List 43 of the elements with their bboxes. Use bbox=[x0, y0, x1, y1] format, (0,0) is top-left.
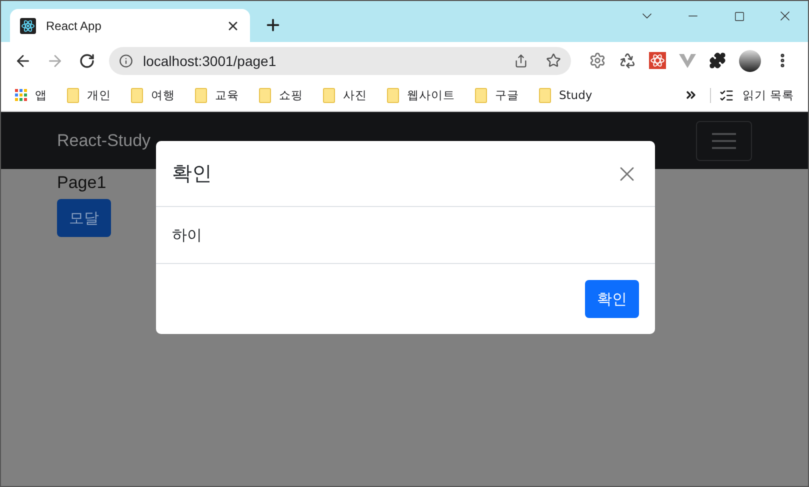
folder-icon bbox=[539, 88, 551, 102]
reload-icon[interactable] bbox=[79, 52, 95, 68]
share-icon[interactable] bbox=[514, 54, 528, 68]
bookmark[interactable]: 구글 bbox=[475, 88, 519, 102]
bookmark[interactable]: 앱 bbox=[15, 88, 47, 102]
folder-icon bbox=[475, 88, 487, 102]
bookmark[interactable]: 사진 bbox=[323, 88, 367, 102]
atom-icon[interactable] bbox=[649, 52, 666, 69]
more-bookmarks-icon[interactable] bbox=[684, 88, 698, 102]
folder-icon bbox=[323, 88, 335, 102]
address-bar[interactable]: localhost:3001/page1 bbox=[109, 46, 571, 74]
bookmark[interactable]: Study bbox=[539, 88, 592, 102]
apps-grid-icon bbox=[15, 89, 27, 101]
reading-list-button[interactable]: 읽기 목록 bbox=[710, 88, 794, 102]
recycle-icon[interactable] bbox=[619, 52, 636, 69]
bookmark[interactable]: 개인 bbox=[67, 88, 111, 102]
menu-toggle-button[interactable] bbox=[696, 120, 752, 160]
folder-icon bbox=[67, 88, 79, 102]
puzzle-icon[interactable] bbox=[709, 52, 726, 69]
modal-title: 확인 bbox=[172, 160, 212, 187]
info-icon bbox=[119, 54, 133, 68]
confirm-button[interactable]: 확인 bbox=[585, 280, 639, 318]
new-tab-icon[interactable] bbox=[264, 16, 282, 34]
folder-icon bbox=[131, 88, 143, 102]
browser-tab[interactable]: React App bbox=[10, 9, 250, 42]
bookmark[interactable]: 교육 bbox=[195, 88, 239, 102]
bookmark[interactable]: 쇼핑 bbox=[259, 88, 303, 102]
star-icon[interactable] bbox=[546, 53, 561, 68]
modal-button[interactable]: 모달 bbox=[57, 199, 111, 237]
page-heading: Page1 bbox=[57, 173, 106, 193]
bookmark[interactable]: 여행 bbox=[131, 88, 175, 102]
folder-icon bbox=[259, 88, 271, 102]
reading-list-icon bbox=[719, 88, 734, 102]
folder-icon bbox=[195, 88, 207, 102]
avatar-icon[interactable] bbox=[739, 50, 761, 72]
folder-icon bbox=[387, 88, 399, 102]
bookmark[interactable]: 웹사이트 bbox=[387, 88, 455, 102]
brand-link[interactable]: React-Study bbox=[57, 130, 151, 150]
atom-icon bbox=[20, 18, 36, 34]
modal-text: 하이 bbox=[172, 226, 202, 244]
menu-icon bbox=[712, 132, 736, 150]
maximize-icon[interactable] bbox=[734, 10, 744, 22]
gear-icon[interactable] bbox=[589, 52, 606, 69]
